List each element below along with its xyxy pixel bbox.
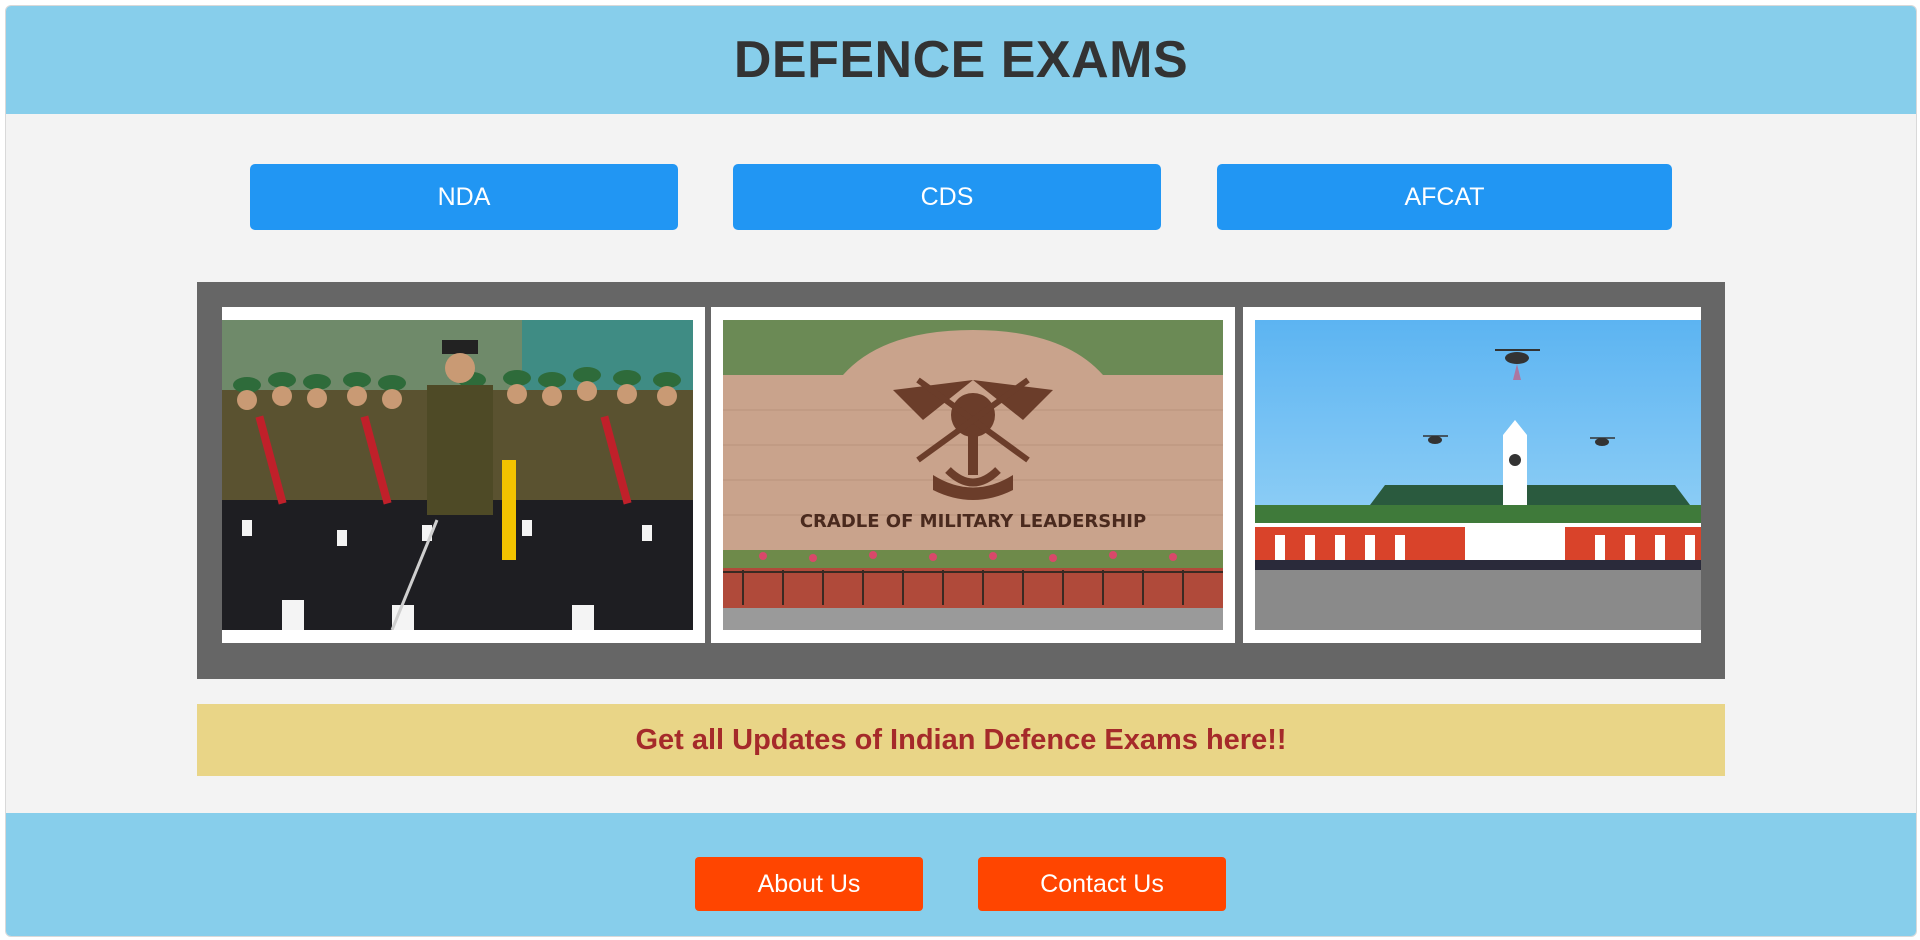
academy-building-helicopters-photo	[1255, 320, 1701, 630]
about-us-button[interactable]: About Us	[695, 857, 923, 911]
image-gallery: CRADLE OF MILITARY LEADERSHIP	[197, 282, 1725, 679]
contact-us-button[interactable]: Contact Us	[978, 857, 1226, 911]
nda-button[interactable]: NDA	[250, 164, 678, 230]
updates-banner: Get all Updates of Indian Defence Exams …	[197, 704, 1725, 776]
page-header: DEFENCE EXAMS	[6, 6, 1916, 114]
cds-button[interactable]: CDS	[733, 164, 1161, 230]
marching-cadets-photo	[222, 320, 693, 630]
gallery-card-2: CRADLE OF MILITARY LEADERSHIP	[711, 307, 1235, 643]
page-title: DEFENCE EXAMS	[733, 31, 1189, 89]
cradle-of-military-leadership-photo: CRADLE OF MILITARY LEADERSHIP	[723, 320, 1223, 630]
afcat-button[interactable]: AFCAT	[1217, 164, 1672, 230]
banner-text: Get all Updates of Indian Defence Exams …	[635, 723, 1287, 756]
cradle-caption: CRADLE OF MILITARY LEADERSHIP	[800, 511, 1146, 532]
gallery-card-1	[222, 307, 705, 643]
gallery-card-3	[1243, 307, 1701, 643]
page-footer: About Us Contact Us	[6, 813, 1916, 936]
page-frame: DEFENCE EXAMS NDA CDS AFCAT CRADLE OF MI…	[5, 5, 1917, 937]
